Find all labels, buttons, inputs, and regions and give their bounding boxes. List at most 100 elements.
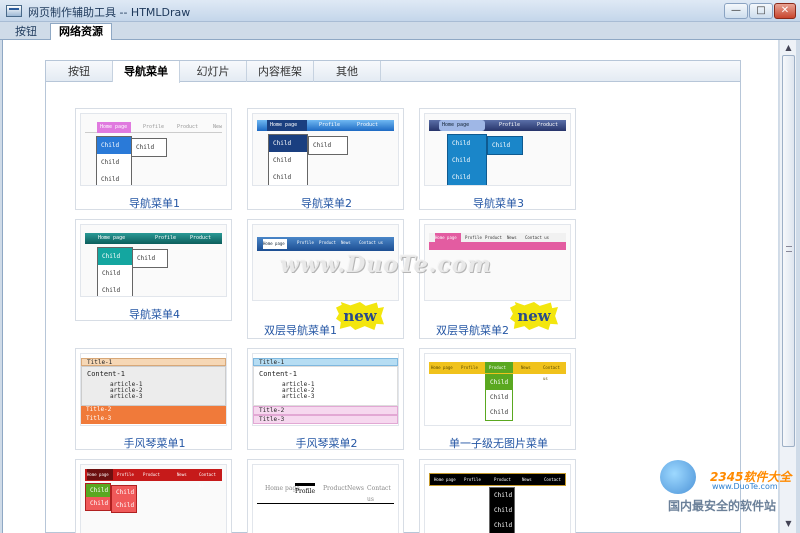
menu-child: Child bbox=[116, 502, 135, 509]
menu-child: Child bbox=[86, 484, 110, 497]
menu-item: News bbox=[341, 240, 351, 245]
dropdown: Child Child Child bbox=[96, 136, 132, 185]
menu-item: Contact us bbox=[367, 485, 391, 503]
menu-bar: Home page Profile Product News Contact u… bbox=[257, 483, 394, 503]
preview-row4-2: Home page Profile Product News Contact u… bbox=[252, 464, 399, 533]
menu-item: Home page bbox=[87, 469, 113, 480]
card-caption[interactable]: 单一子级无图片菜单 bbox=[420, 435, 577, 451]
card-caption[interactable]: 双层导航菜单2 bbox=[436, 322, 509, 338]
menu-bar: Home page Profile Product bbox=[257, 120, 394, 131]
menu-child: Child bbox=[269, 135, 307, 152]
sub-bar bbox=[429, 242, 566, 250]
resource-card-row4-3[interactable]: Home page Profile Product News Contact u… bbox=[419, 459, 576, 533]
tab-button-resources[interactable]: 按钮 bbox=[46, 61, 113, 82]
app-icon bbox=[6, 5, 22, 17]
menu-item: Profile bbox=[295, 483, 315, 495]
title-bar: 网页制作辅助工具 -- HTMLDraw — □ ✕ bbox=[0, 0, 800, 22]
scroll-down-arrow-icon[interactable]: ▼ bbox=[781, 517, 796, 531]
watermark: www.DuoTe.com bbox=[280, 252, 492, 278]
menu-item: Profile bbox=[117, 472, 134, 477]
submenu: Child bbox=[487, 136, 523, 155]
menu-bar: Home page Profile Product bbox=[85, 233, 222, 244]
brand-slogan: 国内最安全的软件站 bbox=[668, 499, 777, 513]
minimize-button[interactable]: — bbox=[724, 3, 748, 19]
submenu: Child bbox=[132, 249, 168, 268]
menu-child: Child bbox=[98, 248, 132, 265]
menu-child: Child bbox=[494, 522, 513, 529]
menu-item: News bbox=[347, 485, 365, 492]
menu-bar: Home page Profile Product News Contact u… bbox=[429, 233, 566, 242]
menu-bar: Home page Profile Product New bbox=[85, 122, 222, 133]
tab-slideshow[interactable]: 幻灯片 bbox=[180, 61, 247, 82]
card-caption[interactable]: 导航菜单1 bbox=[76, 195, 233, 211]
resource-card-row4-1[interactable]: Home page Profile Product News Contact u… bbox=[75, 459, 232, 533]
submenu: Child bbox=[308, 136, 348, 155]
accordion-row: Title-2 bbox=[81, 406, 226, 415]
menu-bar: Home page Profile Product News Contact u… bbox=[257, 237, 394, 251]
resource-card-accordion1[interactable]: Title-1 Content-1 article-1 article-2 ar… bbox=[75, 348, 232, 450]
close-button[interactable]: ✕ bbox=[774, 3, 796, 19]
resource-card-nav3[interactable]: Home page Profile Product Child Child Ch… bbox=[419, 108, 576, 210]
new-badge: new bbox=[336, 302, 384, 330]
dropdown: Child Child bbox=[85, 483, 111, 511]
dropdown: Child Child Child bbox=[489, 487, 515, 533]
menu-item: Home page bbox=[263, 239, 287, 249]
menu-item: Contact us bbox=[359, 240, 384, 245]
menu-item: Home page bbox=[431, 365, 453, 370]
preview-row4-1: Home page Profile Product News Contact u… bbox=[80, 464, 227, 533]
dropdown: Child Child Child bbox=[268, 134, 308, 185]
menu-item: Product bbox=[485, 362, 513, 373]
tab-other[interactable]: 其他 bbox=[314, 61, 381, 82]
submenu: Child bbox=[131, 138, 167, 157]
tab-content-frame[interactable]: 内容框架 bbox=[247, 61, 314, 82]
accordion-row: Title-2 bbox=[253, 406, 398, 415]
menu-item: Product bbox=[323, 485, 347, 492]
accordion-row: Title-1 bbox=[253, 358, 398, 366]
menu-child: Child bbox=[101, 176, 120, 183]
window-title: 网页制作辅助工具 -- HTMLDraw bbox=[28, 6, 191, 19]
menu-child: Child bbox=[452, 174, 471, 181]
preview-nav1: Home page Profile Product New Child Chil… bbox=[80, 113, 227, 186]
new-badge: new bbox=[510, 302, 558, 330]
tab-buttons[interactable]: 按钮 bbox=[6, 23, 46, 40]
menu-child: Child bbox=[97, 137, 131, 154]
card-caption[interactable]: 导航菜单3 bbox=[420, 195, 577, 211]
card-caption[interactable]: 手风琴菜单1 bbox=[76, 435, 233, 451]
resource-card-nav2[interactable]: Home page Profile Product Child Child Ch… bbox=[247, 108, 404, 210]
scroll-thumb[interactable] bbox=[782, 55, 795, 447]
card-caption[interactable]: 导航菜单2 bbox=[248, 195, 405, 211]
menu-bar: Home page Profile Product News Contact u… bbox=[429, 362, 566, 381]
brand-url: www.DuoTe.com bbox=[712, 482, 778, 491]
menu-item: Contact us bbox=[525, 235, 550, 240]
inner-tab-strip: 按钮 导航菜单 幻灯片 内容框架 其他 bbox=[45, 60, 741, 83]
maximize-button[interactable]: □ bbox=[749, 3, 773, 19]
card-caption[interactable]: 双层导航菜单1 bbox=[264, 322, 337, 338]
resource-card-accordion2[interactable]: Title-1 Content-1 article-1 article-2 ar… bbox=[247, 348, 404, 450]
tab-nav-menu[interactable]: 导航菜单 bbox=[113, 61, 180, 83]
menu-child: Child bbox=[490, 394, 509, 401]
menu-item: Profile bbox=[297, 240, 314, 245]
menu-child: Child bbox=[102, 270, 121, 277]
menu-child: Child bbox=[101, 159, 120, 166]
vertical-scrollbar[interactable]: ▲ ▼ bbox=[779, 40, 796, 533]
resource-card-row4-2[interactable]: Home page Profile Product News Contact u… bbox=[247, 459, 404, 533]
accordion-content: Content-1 article-1 article-2 article-3 bbox=[253, 366, 398, 406]
menu-item: Home page bbox=[435, 233, 461, 242]
dropdown: Child Child Child bbox=[97, 247, 133, 296]
menu-item: New bbox=[213, 124, 223, 130]
resource-card-dual-nav1[interactable]: Home page Profile Product News Contact u… bbox=[247, 219, 404, 339]
resource-card-nav1[interactable]: Home page Profile Product New Child Chil… bbox=[75, 108, 232, 210]
card-caption[interactable]: 导航菜单4 bbox=[76, 306, 233, 322]
accordion-row: Title-1 bbox=[81, 358, 226, 366]
card-caption[interactable]: 手风琴菜单2 bbox=[248, 435, 405, 451]
resource-card-dual-nav2[interactable]: Home page Profile Product News Contact u… bbox=[419, 219, 576, 339]
tab-web-resources[interactable]: 网络资源 bbox=[50, 23, 112, 41]
accordion-content: Content-1 article-1 article-2 article-3 bbox=[81, 366, 226, 406]
divider bbox=[257, 503, 394, 504]
resource-card-nav4[interactable]: Home page Profile Product Child Child Ch… bbox=[75, 219, 232, 321]
scroll-up-arrow-icon[interactable]: ▲ bbox=[781, 41, 796, 55]
top-tab-strip: 按钮 网络资源 bbox=[0, 22, 800, 41]
menu-item: Profile bbox=[461, 365, 478, 370]
dropdown: Child Child Child bbox=[447, 134, 487, 185]
resource-card-single-level[interactable]: Home page Profile Product News Contact u… bbox=[419, 348, 576, 450]
